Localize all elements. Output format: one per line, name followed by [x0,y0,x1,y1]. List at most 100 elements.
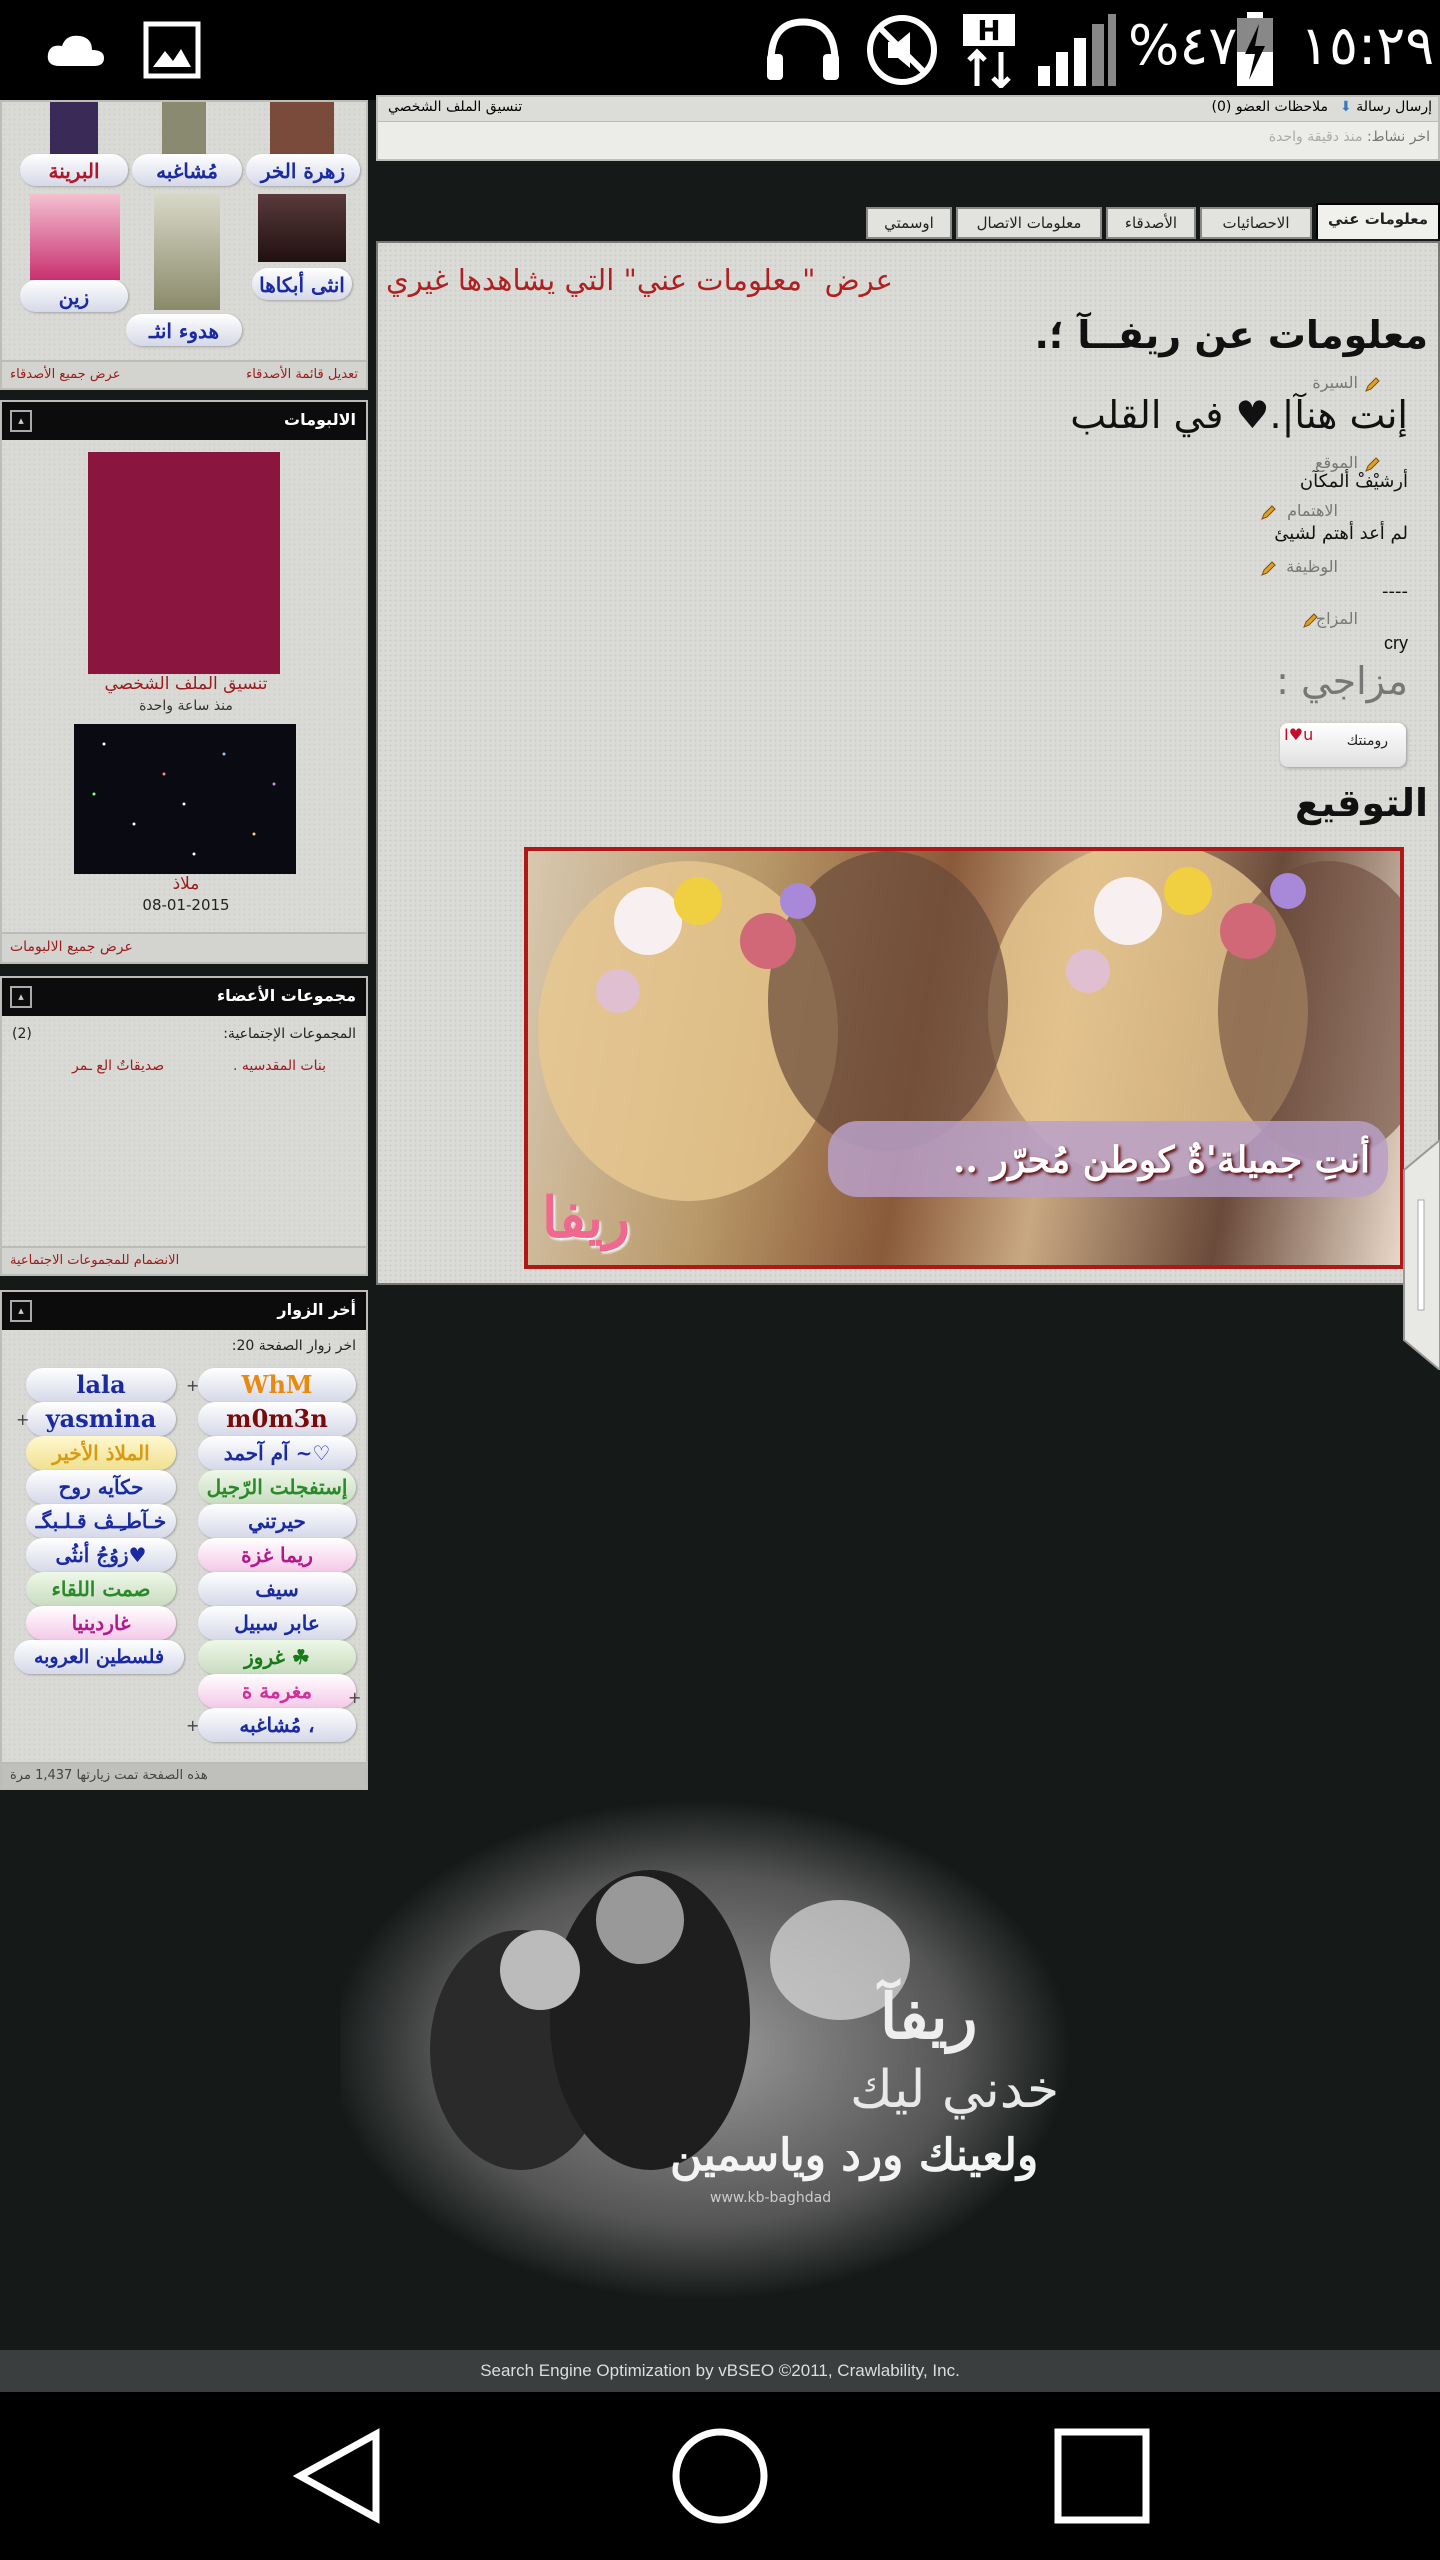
tab-awards[interactable]: اوسمتي [866,207,952,239]
visitors-panel: أخر الزوار ▴ اخر زوار الصفحة 20: WhM m0m… [0,1290,368,1790]
signature-caption: أنتِ جميلة'ةٌ كوطن مُحرّر .. [952,1139,1370,1181]
album-date: 08-01-2015 [142,896,230,914]
visitor-name[interactable]: الملاذ الأخير [26,1436,176,1470]
album-time: منذ ساعة واحدة [139,698,233,714]
visitor-name[interactable]: حكآيه روح [26,1470,176,1504]
back-icon[interactable] [286,2426,396,2526]
friend-avatar[interactable] [50,102,98,156]
heart-icon: I♥u [1284,725,1314,744]
visitor-name[interactable]: غاردينيا [26,1606,176,1640]
edit-pencil-icon[interactable] [1260,561,1276,577]
tab-about-me[interactable]: معلومات عني [1316,203,1440,239]
chevron-down-icon: ⬇ [1340,99,1352,115]
battery-charging-icon [1232,12,1278,86]
image-icon [140,16,204,84]
profile-style-link[interactable]: تنسيق الملف الشخصي [388,99,522,115]
mood-label: المزاج [1315,609,1358,628]
member-notes-link[interactable]: ملاحظات العضو (0) [1212,99,1328,115]
collapse-icon[interactable]: ▴ [10,410,32,432]
visitor-name[interactable]: زوُجُ أنثُى♥ [26,1538,176,1572]
bottom-banner: ريفآ خدني ليك ولعينك ورد وياسمين www.kb-… [330,1790,1120,2310]
last-activity-value: منذ دقيقة واحدة [1268,129,1363,145]
friend-avatar[interactable] [154,194,220,310]
mood-badge: I♥u رومنتك [1280,723,1406,767]
album-title[interactable]: ملاذ [2,874,366,894]
friend-name[interactable]: انثى أبكاها [252,268,352,300]
visitor-name[interactable]: إستفجلت الرّجيل [198,1470,356,1504]
banner-watermark: www.kb-baghdad [710,2190,832,2206]
mood-value: cry [1384,633,1408,653]
headset-icon [758,16,848,84]
visitor-name[interactable]: خـآطـِـڤ قـلـبگـ [26,1504,176,1538]
interest-value: لم أعد أهتم لشيئ [1274,523,1408,544]
about-title: معلومات عن ريفــآ ؛. [1034,313,1428,357]
visitor-name[interactable]: عابر سبيل [198,1606,356,1640]
friend-avatar[interactable] [30,194,120,280]
visit-counter: هذه الصفحة تمت زيارتها 1,437 مرة [10,1768,208,1783]
home-icon[interactable] [668,2426,778,2526]
panel-title: أخر الزوار [277,1300,356,1319]
tab-friends[interactable]: الأصدقاء [1106,207,1196,239]
network-type-icon: H [958,14,1020,88]
visitor-name[interactable]: ريما غزة [198,1538,356,1572]
visitor-name[interactable]: غروز ☘ [198,1640,356,1674]
location-value: أرشيْفْ ألمكآن [1299,471,1408,492]
banner-line1: ريفآ [880,1980,978,2053]
signature-title: التوقيع [1295,781,1428,825]
friend-name[interactable]: هدوء انثـ [126,314,242,346]
edit-friends-link[interactable]: تعديل قائمة الأصدقاء [246,367,358,382]
edit-pencil-icon[interactable] [1364,377,1380,393]
friend-name[interactable]: زهرة الخر [246,154,360,186]
banner-line2: خدني ليك [850,2060,1060,2120]
collapse-icon[interactable]: ▴ [10,1300,32,1322]
friend-name[interactable]: مُشاغبه [132,154,242,186]
friend-name[interactable]: زين [20,280,128,312]
album-title[interactable]: تنسيق الملف الشخصي [2,674,366,694]
visitors-label: اخر زوار الصفحة 20: [231,1338,356,1354]
visitor-name[interactable]: آم آحمد ~♡ [198,1436,356,1470]
tab-contact-info[interactable]: معلومات الاتصال [956,207,1102,239]
nav-bar [0,2392,1440,2560]
join-groups-link[interactable]: الانضمام للمجموعات الاجتماعية [10,1253,179,1268]
signature-name: ريفا [542,1185,631,1251]
edit-pencil-icon[interactable] [1260,505,1276,521]
album-cover[interactable] [74,724,296,874]
clock: ١٥:٢٩ [1300,14,1435,77]
page-footer: Search Engine Optimization by vBSEO ©201… [0,2350,1440,2392]
visitor-name[interactable]: lala [26,1368,176,1402]
visitor-name[interactable]: مُشاغبه ، [198,1708,356,1742]
plus-icon: + [186,1716,200,1735]
panel-title: الالبومات [284,410,356,429]
friend-name[interactable]: البرينة [20,154,128,186]
send-message-link[interactable]: إرسال رسالة ⬇ [1340,99,1432,115]
visitor-name[interactable]: سيف [198,1572,356,1606]
visitor-name[interactable]: حيرتني [198,1504,356,1538]
visitor-name[interactable]: yasmina [26,1402,176,1436]
album-cover[interactable] [88,452,280,674]
side-scroll-handle[interactable] [1384,1138,1440,1372]
my-mood-label: مزاجي : [1276,659,1408,703]
friend-avatar[interactable] [258,194,346,262]
interest-label: الاهتمام [1287,501,1338,520]
friend-avatar[interactable] [162,102,206,156]
recents-icon[interactable] [1050,2426,1160,2526]
tab-statistics[interactable]: الاحصائيات [1200,207,1312,239]
group-link[interactable]: صديقاتٌ الع ـمر [72,1058,164,1074]
visitor-name[interactable]: صمت اللقاء [26,1572,176,1606]
plus-icon: + [16,1410,30,1429]
view-all-albums-link[interactable]: عرض جميع الالبومات [10,939,133,955]
last-activity: اخر نشاط: منذ دقيقة واحدة [1269,129,1430,145]
group-link[interactable]: بنات المقدسيه . [233,1058,326,1074]
visitor-name[interactable]: مغرمة ة [198,1674,356,1708]
friends-panel: زهرة الخر مُشاغبه البرينة انثى أبكاها هد… [0,100,368,390]
job-value: ---- [1382,581,1408,602]
visitor-name[interactable]: m0m3n [198,1402,356,1436]
collapse-icon[interactable]: ▴ [10,986,32,1008]
visitor-name[interactable]: فلسطين العروبه [14,1640,184,1674]
view-all-friends-link[interactable]: عرض جميع الأصدقاء [10,367,120,382]
visitor-name[interactable]: WhM [198,1368,356,1402]
cloud-icon [40,16,112,84]
groups-count: (2) [12,1026,32,1042]
friend-avatar[interactable] [270,102,334,154]
vbseo-footer-text[interactable]: Search Engine Optimization by vBSEO ©201… [480,2361,960,2380]
